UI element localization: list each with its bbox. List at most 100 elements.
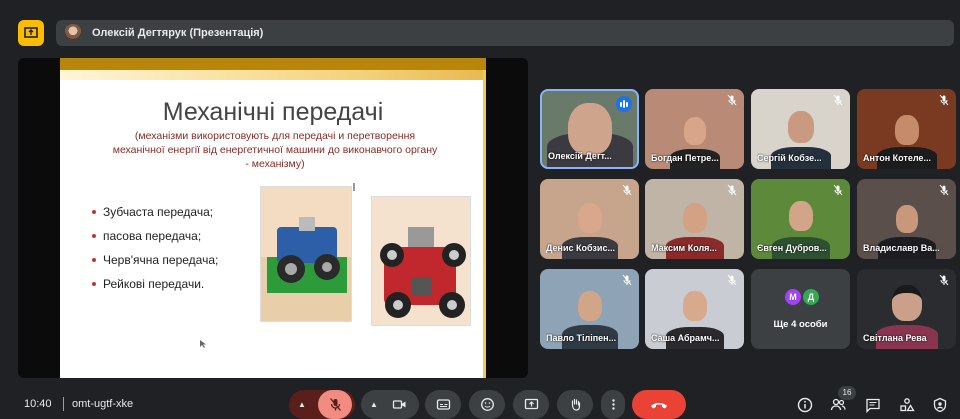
participant-face xyxy=(577,203,602,233)
participant-face xyxy=(788,201,813,231)
mouse-cursor-icon xyxy=(200,340,206,348)
participant-face xyxy=(891,285,922,321)
presenter-avatar xyxy=(64,24,82,42)
participant-name: Олексій Дегт... xyxy=(548,151,612,161)
mic-off-icon xyxy=(833,184,843,196)
lego-car-photo xyxy=(371,196,471,326)
participant-face xyxy=(682,203,707,233)
bullet-text: пасова передача; xyxy=(103,229,202,243)
host-controls-icon[interactable] xyxy=(932,397,948,413)
more-options-button[interactable] xyxy=(601,390,625,419)
bullet-item: Рейкові передачи. xyxy=(92,272,262,296)
camera-icon[interactable] xyxy=(392,397,407,412)
participant-tile[interactable]: Павло Тіліпен... xyxy=(540,269,639,349)
mic-off-icon xyxy=(622,274,632,286)
chevron-up-icon[interactable]: ▲ xyxy=(298,400,306,409)
mic-off-icon xyxy=(939,274,949,286)
participant-tile[interactable]: Саша Абрамч... xyxy=(645,269,744,349)
bullet-item: Зубчаста передача; xyxy=(92,200,262,224)
speaking-indicator-icon xyxy=(616,96,632,112)
participant-name: Саша Абрамч... xyxy=(651,333,720,343)
bullet-text: Зубчаста передача; xyxy=(103,205,214,219)
mic-toggle-button[interactable] xyxy=(318,390,352,419)
reactions-button[interactable] xyxy=(469,390,505,419)
present-screen-icon xyxy=(524,398,538,410)
emoji-icon xyxy=(480,398,494,411)
more-participants-label: Ще 4 особи xyxy=(773,319,828,330)
participant-name: Павло Тіліпен... xyxy=(546,333,617,343)
participant-face xyxy=(894,115,919,145)
top-bar: Олексій Дегтярук (Презентація) xyxy=(0,0,960,54)
more-participants-avatars: М Д xyxy=(785,289,819,305)
slide-subtitle-line: - механізму) xyxy=(245,158,305,170)
slide-subtitle-line: (механізми використовують для передачі и… xyxy=(134,130,416,142)
more-vert-icon xyxy=(611,399,615,410)
participant-tile[interactable]: Денис Кобзис... xyxy=(540,179,639,259)
hang-up-icon xyxy=(651,402,667,408)
bullet-dot xyxy=(92,282,96,286)
participant-face xyxy=(577,291,602,321)
chat-icon[interactable] xyxy=(865,397,881,413)
divider xyxy=(63,397,64,411)
participant-tile[interactable]: Антон Котеле... xyxy=(857,89,956,169)
bullet-text: Рейкові передачи. xyxy=(103,277,205,291)
slide-title: Механічні передачі xyxy=(162,98,384,126)
present-screen-button[interactable] xyxy=(513,390,549,419)
participant-name: Максим Коля... xyxy=(651,243,717,253)
bottom-toolbar: 10:40 omt-ugtf-xke ▲ ▲ 16 xyxy=(0,386,960,419)
participant-name: Світлана Рева xyxy=(863,333,927,343)
bullet-dot xyxy=(92,234,96,238)
chevron-up-icon[interactable]: ▲ xyxy=(370,400,378,409)
mic-off-icon xyxy=(727,274,737,286)
mic-off-icon xyxy=(727,94,737,106)
avatar: Д xyxy=(803,289,819,305)
activities-icon[interactable] xyxy=(899,397,915,413)
camera-options-button[interactable]: ▲ xyxy=(361,390,419,419)
participant-name: Богдан Петре... xyxy=(651,153,719,163)
participant-name: Євген Дубров... xyxy=(757,243,827,253)
slide-header-gradient xyxy=(60,70,486,80)
mic-off-icon xyxy=(833,94,843,106)
participant-tile[interactable]: Світлана Рева xyxy=(857,269,956,349)
avatar: М xyxy=(785,289,801,305)
slide-subtitle-line: механічної енергії від енергетичної маши… xyxy=(112,144,438,156)
hand-icon xyxy=(571,398,580,411)
slide-subtitle: (механізми використовують для передачі и… xyxy=(90,129,460,171)
captions-icon xyxy=(436,399,450,410)
bullet-item: Черв'ячна передача; xyxy=(92,248,262,272)
shared-screen: Механічні передачі (механізми використов… xyxy=(18,58,528,378)
participant-tile[interactable]: Владиславр Ва... xyxy=(857,179,956,259)
raise-hand-button[interactable] xyxy=(557,390,593,419)
slide-mark xyxy=(353,183,355,191)
participant-face xyxy=(895,205,918,233)
info-icon[interactable] xyxy=(797,397,813,413)
present-screen-icon xyxy=(24,27,38,38)
clock: 10:40 xyxy=(24,398,52,410)
meeting-code[interactable]: omt-ugtf-xke xyxy=(72,398,133,410)
mic-off-icon xyxy=(329,398,341,411)
bullet-dot xyxy=(92,258,96,262)
participant-tile[interactable]: Богдан Петре... xyxy=(645,89,744,169)
participant-tile[interactable]: Максим Коля... xyxy=(645,179,744,259)
mic-off-icon xyxy=(939,184,949,196)
participant-face xyxy=(683,117,706,145)
participant-name: Денис Кобзис... xyxy=(546,243,615,253)
participant-tile[interactable]: Євген Дубров... xyxy=(751,179,850,259)
participant-name: Антон Котеле... xyxy=(863,153,931,163)
participant-tile[interactable]: Сергій Кобзе... xyxy=(751,89,850,169)
presenter-name: Олексій Дегтярук (Презентація) xyxy=(92,27,264,39)
leave-call-button[interactable] xyxy=(632,390,686,419)
participant-tile[interactable]: Олексій Дегт... xyxy=(540,89,639,169)
participant-name: Сергій Кобзе... xyxy=(757,153,822,163)
participant-face xyxy=(682,291,707,321)
presenter-bar[interactable]: Олексій Дегтярук (Презентація) xyxy=(56,20,954,46)
participant-face xyxy=(567,103,612,155)
people-icon[interactable] xyxy=(830,397,846,413)
bullet-text: Черв'ячна передача; xyxy=(103,253,219,267)
slide-header-band xyxy=(60,58,486,70)
mic-off-icon xyxy=(727,184,737,196)
presentation-chip[interactable] xyxy=(18,20,44,46)
captions-button[interactable] xyxy=(425,390,461,419)
participant-face xyxy=(787,111,814,143)
more-participants-tile[interactable]: М Д Ще 4 особи xyxy=(751,269,850,349)
